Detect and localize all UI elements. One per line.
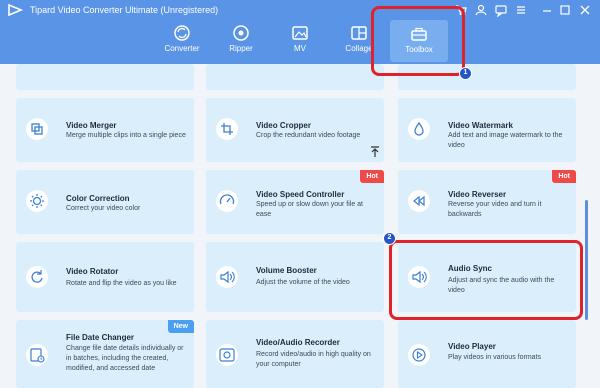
tool-desc: Reverse your video and turn it backwards — [448, 201, 542, 218]
merge-icon — [26, 118, 48, 140]
tab-mv-label: MV — [294, 44, 306, 53]
tool-title: Video/Audio Recorder — [256, 338, 340, 347]
minimize-icon[interactable] — [540, 3, 554, 17]
tool-card-video-rotator[interactable]: Video Rotator Rotate and flip the video … — [16, 242, 194, 312]
tool-desc: Adjust the volume of the video — [256, 279, 350, 286]
tool-desc: Correct your video color — [66, 205, 141, 212]
step-marker-1: 1 — [459, 67, 472, 80]
hot-badge: Hot — [552, 170, 576, 183]
app-logo-icon — [8, 3, 24, 17]
tool-title: Video Player — [448, 342, 496, 351]
volume-icon — [216, 266, 238, 288]
ripper-icon — [233, 25, 249, 41]
color-correction-icon — [26, 190, 48, 212]
tool-card-video-cropper[interactable]: Video Cropper Crop the redundant video f… — [206, 98, 384, 162]
tab-ripper[interactable]: Ripper — [212, 18, 270, 62]
tool-card-video-watermark[interactable]: Video Watermark Add text and image water… — [398, 98, 576, 162]
scrollbar[interactable] — [585, 200, 588, 320]
feedback-icon[interactable] — [494, 3, 508, 17]
hot-badge: Hot — [360, 170, 384, 183]
tool-desc: Merge multiple clips into a single piece — [66, 132, 186, 139]
toolbox-panel: Video Merger Merge multiple clips into a… — [0, 64, 600, 388]
tool-title: Video Rotator — [66, 267, 119, 276]
tool-card-partial[interactable] — [206, 64, 384, 90]
tool-desc: Change file date details individually or… — [66, 345, 184, 372]
tool-title: Video Watermark — [448, 121, 513, 130]
tab-ripper-label: Ripper — [229, 44, 253, 53]
tool-card-video-merger[interactable]: Video Merger Merge multiple clips into a… — [16, 98, 194, 162]
play-icon — [408, 344, 430, 366]
tool-card-volume-booster[interactable]: Volume Booster Adjust the volume of the … — [206, 242, 384, 312]
tool-title: Volume Booster — [256, 266, 317, 275]
maximize-icon[interactable] — [558, 3, 572, 17]
tool-title: Video Reverser — [448, 190, 507, 199]
collage-icon — [351, 26, 367, 40]
tool-title: Video Speed Controller — [256, 190, 345, 199]
crop-icon — [216, 118, 238, 140]
new-badge: New — [167, 320, 194, 333]
reverse-icon — [408, 190, 430, 212]
close-icon[interactable] — [578, 3, 592, 17]
tool-desc: Rotate and flip the video as you like — [66, 280, 177, 287]
tool-card-video-player[interactable]: Video Player Play videos in various form… — [398, 320, 576, 388]
title-bar: Tipard Video Converter Ultimate (Unregis… — [0, 0, 600, 64]
tool-card-video-reverser[interactable]: Hot Video Reverser Reverse your video an… — [398, 170, 576, 234]
step-marker-2: 2 — [383, 232, 396, 245]
upload-arrow-icon — [371, 146, 379, 157]
tool-title: Video Cropper — [256, 121, 311, 130]
tool-title: Color Correction — [66, 194, 130, 203]
tool-card-partial[interactable] — [16, 64, 194, 90]
tool-desc: Play videos in various formats — [448, 354, 541, 361]
audio-sync-highlight-box — [389, 240, 583, 320]
tool-card-video-speed-controller[interactable]: Hot Video Speed Controller Speed up or s… — [206, 170, 384, 234]
tool-desc: Add text and image watermark to the vide… — [448, 132, 563, 149]
menu-icon[interactable] — [514, 3, 528, 17]
file-date-icon — [26, 344, 48, 366]
tab-converter[interactable]: Converter — [153, 18, 211, 62]
tool-card-video-audio-recorder[interactable]: Video/Audio Recorder Record video/audio … — [206, 320, 384, 388]
toolbox-highlight-box — [371, 6, 465, 76]
recorder-icon — [216, 344, 238, 366]
rotate-icon — [26, 266, 48, 288]
speed-icon — [216, 190, 238, 212]
window-title: Tipard Video Converter Ultimate (Unregis… — [30, 5, 219, 15]
watermark-icon — [408, 118, 430, 140]
tool-card-color-correction[interactable]: Color Correction Correct your video colo… — [16, 170, 194, 234]
tool-title: Video Merger — [66, 121, 117, 130]
tab-mv[interactable]: MV — [271, 18, 329, 62]
profile-icon[interactable] — [474, 3, 488, 17]
mv-icon — [292, 26, 308, 40]
tab-converter-label: Converter — [164, 44, 200, 53]
tool-desc: Speed up or slow down your file at ease — [256, 201, 364, 218]
tool-desc: Record video/audio in high quality on yo… — [256, 351, 371, 368]
tool-title: File Date Changer — [66, 333, 135, 342]
converter-icon — [174, 25, 190, 41]
tool-desc: Crop the redundant video footage — [256, 132, 361, 139]
tool-card-file-date-changer[interactable]: New File Date Changer Change file date d… — [16, 320, 194, 388]
